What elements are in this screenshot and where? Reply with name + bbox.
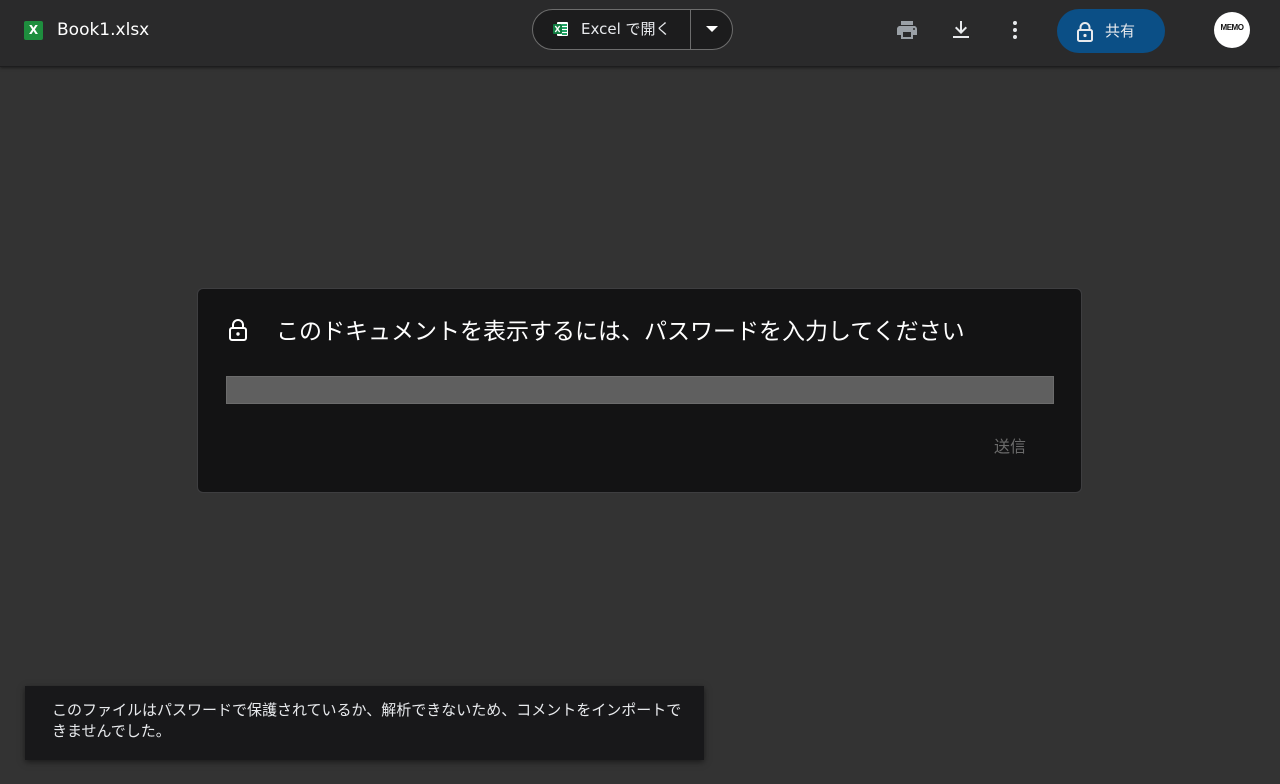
account-avatar[interactable]: MEMO bbox=[1214, 12, 1250, 48]
file-name: Book1.xlsx bbox=[57, 20, 150, 40]
share-label: 共有 bbox=[1105, 22, 1136, 40]
password-input[interactable] bbox=[226, 376, 1054, 404]
chevron-down-icon bbox=[706, 26, 718, 32]
download-icon[interactable] bbox=[949, 18, 973, 42]
toast-message: このファイルはパスワードで保護されているか、解析できないため、コメントをインポー… bbox=[52, 701, 682, 740]
import-error-toast: このファイルはパスワードで保護されているか、解析できないため、コメントをインポー… bbox=[25, 686, 704, 760]
more-vert-icon[interactable] bbox=[1003, 18, 1027, 42]
open-in-excel-label: Excel で開く bbox=[581, 20, 671, 38]
share-button[interactable]: 共有 bbox=[1057, 9, 1165, 53]
password-dialog: このドキュメントを表示するには、パスワードを入力してください 送信 bbox=[197, 288, 1082, 493]
top-bar: X Book1.xlsx Excel で開く 共有 MEMO bbox=[0, 0, 1280, 67]
open-with-button-group: Excel で開く bbox=[532, 9, 733, 50]
lock-icon bbox=[1077, 22, 1093, 42]
open-in-excel-button[interactable]: Excel で開く bbox=[533, 10, 690, 49]
avatar-text: MEMO bbox=[1220, 23, 1244, 32]
lock-icon bbox=[229, 319, 247, 341]
excel-file-icon: X bbox=[24, 21, 43, 40]
dialog-title: このドキュメントを表示するには、パスワードを入力してください bbox=[276, 319, 965, 345]
open-with-dropdown-button[interactable] bbox=[691, 10, 732, 49]
print-icon[interactable] bbox=[895, 18, 919, 42]
excel-icon bbox=[553, 22, 568, 36]
submit-button[interactable]: 送信 bbox=[978, 435, 1042, 459]
